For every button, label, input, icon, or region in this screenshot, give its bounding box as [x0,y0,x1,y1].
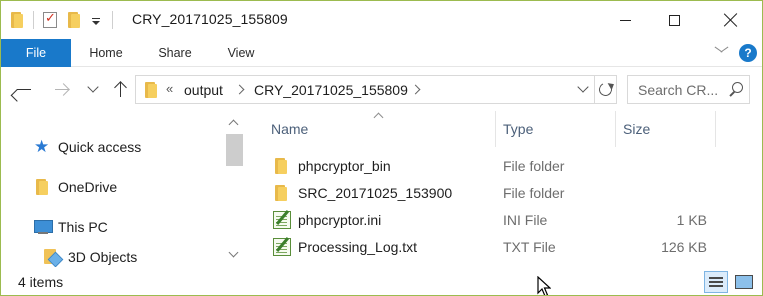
column-divider[interactable] [615,111,616,147]
chevron-right-icon[interactable] [234,84,245,95]
column-header-size[interactable]: Size [623,111,650,147]
minimize-button[interactable] [602,1,648,39]
table-row[interactable]: phpcryptor_bin File folder [245,153,762,179]
help-button[interactable]: ? [739,44,757,62]
file-size: 1 KB [676,212,707,228]
up-button[interactable] [109,78,131,100]
file-name: Processing_Log.txt [298,239,418,255]
sidebar-item-onedrive[interactable]: OneDrive [34,176,117,198]
navigation-scrollbar[interactable] [224,111,244,267]
mouse-cursor-icon [537,276,551,295]
folder-icon [273,184,291,202]
scroll-down-icon[interactable] [229,250,239,260]
file-name: phpcryptor_bin [298,158,391,174]
navigation-pane: ★ Quick access OneDrive This PC 3D Objec… [1,111,245,267]
window-title: CRY_20171025_155809 [132,11,288,27]
ribbon-tabs: File Home Share View ? [1,39,762,67]
folder-icon [273,157,291,175]
notepad-icon [273,238,291,256]
arrow-right-icon [54,83,70,95]
table-row[interactable]: phpcryptor.ini INI File 1 KB [245,207,762,233]
toolbar-divider [112,11,113,29]
status-bar: 4 items [1,267,762,295]
address-row: « output CRY_20171025_155809 Search CR..… [1,68,762,110]
address-history-chevron-down-icon[interactable] [577,81,589,93]
search-icon[interactable] [728,82,744,98]
close-button[interactable] [708,1,754,39]
arrow-up-icon [114,81,126,97]
chevron-right-icon[interactable] [410,84,421,95]
sidebar-item-label: OneDrive [58,179,118,195]
tab-file[interactable]: File [1,39,71,67]
sidebar-item-quick-access[interactable]: ★ Quick access [34,136,141,158]
star-icon: ★ [34,137,50,157]
file-name: phpcryptor.ini [298,212,382,228]
maximize-button[interactable] [651,1,697,39]
breadcrumb-output[interactable]: output [184,82,223,98]
close-icon [724,13,738,27]
new-folder-icon[interactable] [67,10,81,30]
file-type: File folder [503,158,565,174]
sidebar-item-label: 3D Objects [68,249,138,265]
title-bar: CRY_20171025_155809 [1,1,762,39]
breadcrumb-overflow[interactable]: « [166,81,173,96]
file-type: INI File [503,212,548,228]
column-header-type[interactable]: Type [503,111,533,147]
scrollbar-thumb[interactable] [226,134,243,166]
folder-icon[interactable] [10,10,24,30]
sidebar-item-label: Quick access [58,139,142,155]
file-list: Name Type Size phpcryptor_bin File folde… [245,111,762,267]
minimize-icon [619,19,631,21]
arrow-left-icon [16,83,32,95]
column-divider[interactable] [715,111,716,147]
search-placeholder: Search CR... [638,82,719,98]
search-input[interactable]: Search CR... [627,75,750,104]
column-divider[interactable] [495,111,496,147]
table-row[interactable]: Processing_Log.txt TXT File 126 KB [245,234,762,260]
sidebar-item-label: This PC [58,219,108,235]
computer-icon [34,218,53,236]
tab-home[interactable]: Home [78,39,134,67]
refresh-icon [597,81,614,98]
explorer-window: CRY_20171025_155809 File Home Share View… [0,0,763,296]
back-button[interactable] [13,78,35,100]
forward-button[interactable] [51,78,73,100]
refresh-button[interactable] [594,76,616,103]
customize-toolbar-dropdown-icon[interactable] [89,13,103,27]
file-size: 126 KB [661,239,707,255]
sidebar-item-3d-objects[interactable]: 3D Objects [44,246,137,268]
tab-view[interactable]: View [213,39,269,67]
item-count: 4 items [18,274,64,290]
folder-icon [144,82,158,98]
address-bar[interactable]: « output CRY_20171025_155809 [135,75,617,104]
file-name: SRC_20171025_153900 [298,185,453,201]
sidebar-item-this-pc[interactable]: This PC [34,216,108,238]
properties-icon[interactable] [43,10,57,30]
breadcrumb-current-folder[interactable]: CRY_20171025_155809 [254,82,408,98]
tab-share[interactable]: Share [147,39,203,67]
column-header-name[interactable]: Name [271,111,308,147]
3d-objects-icon [44,248,62,266]
scroll-up-icon[interactable] [229,118,239,128]
quick-access-toolbar [10,10,122,30]
file-type: File folder [503,185,565,201]
details-view-icon[interactable] [704,271,728,293]
toolbar-divider [33,11,34,29]
expand-ribbon-icon[interactable] [714,47,728,57]
file-type: TXT File [503,239,556,255]
chevron-down-icon [87,81,99,93]
folder-icon [34,178,52,196]
notepad-icon [273,211,291,229]
maximize-icon [668,14,680,26]
table-row[interactable]: SRC_20171025_153900 File folder [245,180,762,206]
sort-ascending-icon [373,112,384,123]
recent-locations-button[interactable] [85,78,101,100]
large-icons-view-icon[interactable] [734,272,754,292]
